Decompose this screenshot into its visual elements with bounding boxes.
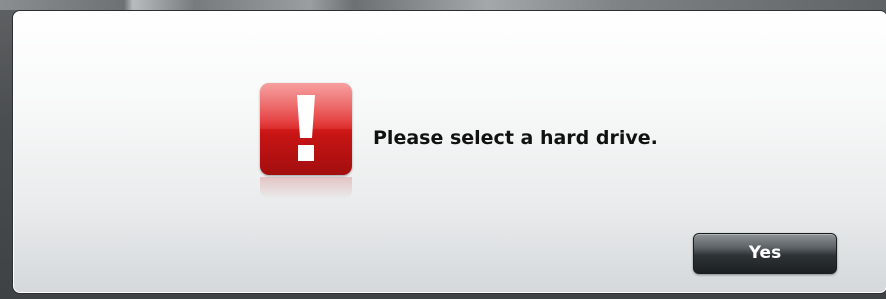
yes-button[interactable]: Yes — [693, 233, 837, 274]
icon-reflection — [260, 177, 352, 199]
dialog-message: Please select a hard drive. — [373, 127, 658, 149]
exclamation-alert-icon — [260, 83, 352, 175]
exclamation-mark-glyph — [297, 95, 315, 161]
background-toolbar-strip — [0, 0, 886, 10]
alert-dialog: Please select a hard drive. Yes — [12, 10, 886, 294]
